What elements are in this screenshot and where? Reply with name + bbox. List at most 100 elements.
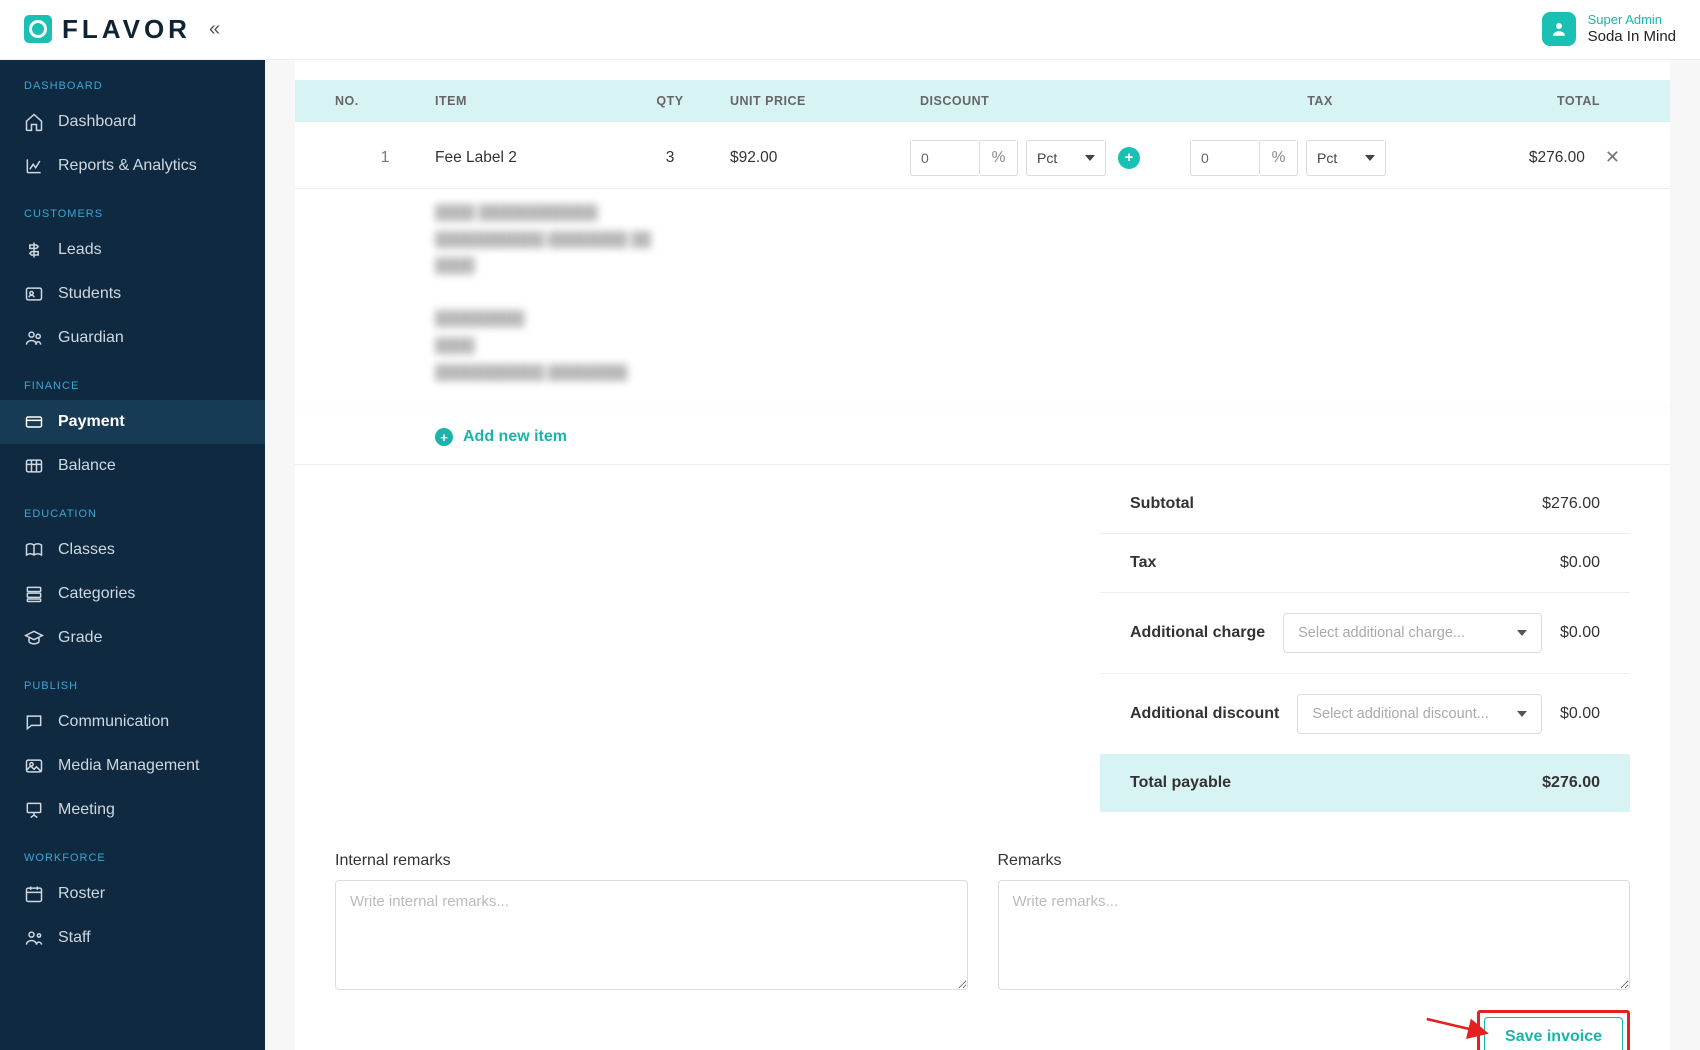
sidebar-collapse-icon[interactable]: « — [209, 18, 220, 41]
table-icon — [24, 456, 44, 476]
sidebar-item-balance[interactable]: Balance — [0, 444, 265, 488]
th-item: ITEM — [435, 94, 610, 108]
sidebar-item-media[interactable]: Media Management — [0, 744, 265, 788]
cell-item-name: Fee Label 2 — [435, 149, 610, 167]
sidebar-item-label: Staff — [58, 929, 91, 947]
total-payable-label: Total payable — [1130, 774, 1231, 792]
tax-value-input[interactable]: 0 — [1190, 140, 1260, 176]
sidebar-item-label: Media Management — [58, 757, 199, 775]
home-icon — [24, 112, 44, 132]
brand-mark-icon — [24, 15, 52, 43]
sidebar-item-label: Reports & Analytics — [58, 157, 197, 175]
th-total: TOTAL — [1450, 94, 1630, 108]
sidebar-item-label: Balance — [58, 457, 116, 475]
add-discount-icon[interactable]: + — [1118, 147, 1140, 169]
sidebar-item-label: Roster — [58, 885, 105, 903]
add-new-item-button[interactable]: + Add new item — [295, 410, 1670, 465]
sidebar-item-label: Guardian — [58, 329, 124, 347]
id-card-icon — [24, 284, 44, 304]
topbar: FLAVOR « Super Admin Soda In Mind — [0, 0, 1700, 60]
sidebar-item-guardian[interactable]: Guardian — [0, 316, 265, 360]
internal-remarks-input[interactable] — [335, 880, 968, 990]
items-table-header: NO. ITEM QTY UNIT PRICE DISCOUNT TAX TOT… — [295, 80, 1670, 122]
card-icon — [24, 412, 44, 432]
book-icon — [24, 540, 44, 560]
user-org: Soda In Mind — [1588, 28, 1676, 47]
sidebar-section-dashboard: DASHBOARD — [0, 60, 265, 100]
tax-unit: % — [1260, 140, 1298, 176]
remarks-label: Remarks — [998, 852, 1631, 870]
add-new-item-label: Add new item — [463, 428, 567, 446]
internal-remarks-label: Internal remarks — [335, 852, 968, 870]
tax-label: Tax — [1130, 554, 1156, 572]
stack-icon — [24, 584, 44, 604]
subtotal-label: Subtotal — [1130, 495, 1194, 513]
addl-disc-select[interactable]: Select additional discount... — [1297, 694, 1542, 734]
th-discount: DISCOUNT — [910, 94, 1190, 108]
sidebar-item-label: Meeting — [58, 801, 115, 819]
sidebar-section-finance: FINANCE — [0, 360, 265, 400]
cell-total: $276.00 ✕ — [1450, 147, 1630, 168]
tax-type-select[interactable]: Pct — [1306, 140, 1386, 176]
avatar[interactable] — [1542, 12, 1576, 46]
brand-name: FLAVOR — [62, 14, 191, 45]
items-row: 1 Fee Label 2 3 $92.00 0 % Pct + 0 % Pct… — [295, 122, 1670, 189]
sidebar-item-payment[interactable]: Payment — [0, 400, 265, 444]
sidebar-section-publish: PUBLISH — [0, 660, 265, 700]
sidebar-item-categories[interactable]: Categories — [0, 572, 265, 616]
summary-table: Subtotal $276.00 Tax $0.00 Additional ch… — [1100, 475, 1630, 812]
calendar-icon — [24, 884, 44, 904]
th-unit-price: UNIT PRICE — [730, 94, 910, 108]
sidebar-item-label: Categories — [58, 585, 135, 603]
sidebar-section-education: EDUCATION — [0, 488, 265, 528]
th-qty: QTY — [610, 94, 730, 108]
cell-unit-price: $92.00 — [730, 149, 910, 167]
sidebar-item-roster[interactable]: Roster — [0, 872, 265, 916]
cell-discount: 0 % Pct + — [910, 140, 1190, 176]
sidebar-item-label: Students — [58, 285, 121, 303]
sidebar: DASHBOARD Dashboard Reports & Analytics … — [0, 60, 265, 1050]
addl-charge-label: Additional charge — [1130, 624, 1265, 642]
sidebar-item-students[interactable]: Students — [0, 272, 265, 316]
users-icon — [24, 328, 44, 348]
subtotal-value: $276.00 — [1542, 495, 1600, 513]
sidebar-item-label: Payment — [58, 413, 125, 431]
save-invoice-button[interactable]: Save invoice — [1484, 1017, 1623, 1050]
brand-logo[interactable]: FLAVOR — [24, 14, 191, 45]
sidebar-item-label: Leads — [58, 241, 102, 259]
remarks-input[interactable] — [998, 880, 1631, 990]
total-payable-value: $276.00 — [1542, 774, 1600, 792]
addl-charge-select[interactable]: Select additional charge... — [1283, 613, 1542, 653]
discount-unit: % — [980, 140, 1018, 176]
user-icon — [1550, 20, 1568, 38]
addl-charge-value: $0.00 — [1560, 624, 1600, 642]
image-icon — [24, 756, 44, 776]
sidebar-item-grade[interactable]: Grade — [0, 616, 265, 660]
addl-disc-label: Additional discount — [1130, 705, 1279, 723]
sidebar-item-staff[interactable]: Staff — [0, 916, 265, 960]
th-no: NO. — [335, 94, 435, 108]
sidebar-section-workforce: WORKFORCE — [0, 832, 265, 872]
main-content: NO. ITEM QTY UNIT PRICE DISCOUNT TAX TOT… — [265, 60, 1700, 1050]
chat-icon — [24, 712, 44, 732]
row-total-value: $276.00 — [1529, 149, 1585, 167]
signpost-icon — [24, 240, 44, 260]
user-block[interactable]: Super Admin Soda In Mind — [1588, 12, 1676, 47]
chart-icon — [24, 156, 44, 176]
presentation-icon — [24, 800, 44, 820]
sidebar-item-reports[interactable]: Reports & Analytics — [0, 144, 265, 188]
sidebar-item-meeting[interactable]: Meeting — [0, 788, 265, 832]
sidebar-item-dashboard[interactable]: Dashboard — [0, 100, 265, 144]
addl-disc-value: $0.00 — [1560, 705, 1600, 723]
cell-no: 1 — [335, 149, 435, 167]
th-tax: TAX — [1190, 94, 1450, 108]
discount-value-input[interactable]: 0 — [910, 140, 980, 176]
cell-qty: 3 — [610, 149, 730, 167]
annotation-arrow-icon — [1425, 1008, 1495, 1049]
remove-row-icon[interactable]: ✕ — [1605, 147, 1620, 168]
discount-type-select[interactable]: Pct — [1026, 140, 1106, 176]
sidebar-item-classes[interactable]: Classes — [0, 528, 265, 572]
sidebar-item-communication[interactable]: Communication — [0, 700, 265, 744]
sidebar-item-leads[interactable]: Leads — [0, 228, 265, 272]
sidebar-section-customers: CUSTOMERS — [0, 188, 265, 228]
